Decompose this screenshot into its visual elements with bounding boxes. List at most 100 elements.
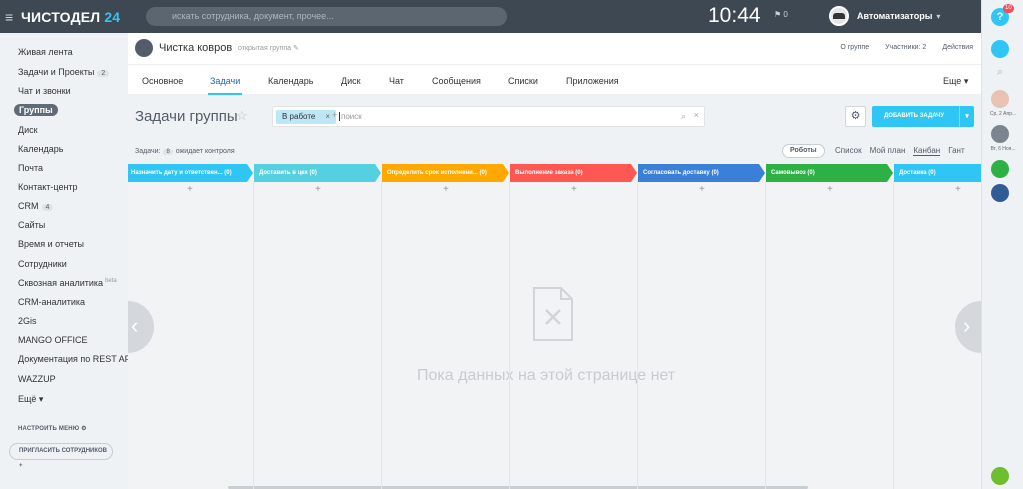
robots-button[interactable]: Роботы (782, 144, 825, 158)
search-icon[interactable]: ⌕ (991, 66, 1009, 84)
filter-search-input[interactable]: поиск (339, 112, 362, 121)
plus-icon: + (19, 463, 23, 469)
kanban-stage-header[interactable]: Доставка (0) (894, 164, 981, 182)
search-input[interactable]: искать сотрудника, документ, прочее... (146, 7, 507, 26)
add-card-icon[interactable]: + (699, 184, 705, 195)
add-card-icon[interactable]: + (955, 184, 961, 195)
group-tabs: Основное Задачи Календарь Диск Чат Сообщ… (128, 65, 981, 95)
tab-chat[interactable]: Чат (389, 76, 404, 86)
group-type: открытая группа ✎ (238, 45, 299, 52)
menu-item-contact-center[interactable]: Контакт-центр (18, 182, 78, 192)
invite-button[interactable]: ПРИГЛАСИТЬ СОТРУДНИКОВ + (9, 443, 113, 469)
contact-icon[interactable] (991, 184, 1009, 202)
clear-icon[interactable]: × (694, 110, 699, 120)
group-header: Чистка ковров открытая группа ✎ О группе… (128, 33, 981, 65)
star-icon[interactable]: ☆ (236, 108, 248, 124)
control-link[interactable]: ожидает контроля (176, 148, 235, 155)
view-my-plan[interactable]: Мой план (870, 146, 906, 156)
right-panel: ? 10 ⌕ Ср, 2 Апр... Вт, 6 Ноя... (981, 0, 1023, 489)
add-card-icon[interactable]: + (827, 184, 833, 195)
actions-link[interactable]: Действия (942, 44, 973, 51)
left-menu: Живая лента Задачи и Проекты 2 Чат и звон… (0, 33, 133, 489)
tab-calendar[interactable]: Календарь (268, 76, 313, 86)
tab-lists[interactable]: Списки (508, 76, 538, 86)
notification-badge: 10 (1003, 4, 1014, 13)
menu-item-chat[interactable]: Чат и звонки (18, 86, 71, 96)
group-title[interactable]: Чистка ковров (159, 42, 232, 54)
add-task-button[interactable]: ДОБАВИТЬ ЗАДАЧУ ▾ (872, 106, 974, 127)
menu-item-2gis[interactable]: 2Gis (18, 316, 37, 326)
menu-burger-icon[interactable]: ≡ (5, 9, 17, 25)
search-icon[interactable]: ⌕ (681, 111, 686, 122)
chat-date-label: Ср, 2 Апр... (989, 111, 1017, 117)
menu-item-calendar[interactable]: Календарь (18, 144, 63, 154)
add-card-icon[interactable]: + (187, 184, 193, 195)
contact-icon[interactable] (991, 160, 1009, 178)
view-switcher: Список Мой план Канбан Гант (835, 146, 965, 156)
column-divider (637, 182, 638, 489)
tab-main[interactable]: Основное (142, 76, 183, 86)
menu-item-more[interactable]: Ещё ▾ (18, 394, 43, 405)
view-kanban[interactable]: Канбан (913, 146, 941, 156)
plus-icon[interactable]: + (332, 110, 337, 120)
menu-item-sites[interactable]: Сайты (18, 220, 45, 230)
tab-apps[interactable]: Приложения (566, 76, 619, 86)
group-icon (135, 39, 153, 57)
column-divider (509, 182, 510, 489)
user-menu[interactable]: Автоматизаторы ▾ (829, 6, 940, 26)
tab-more[interactable]: Еще ▾ (943, 76, 968, 87)
chevron-down-icon: ▾ (936, 11, 941, 21)
scroll-left-arrow[interactable]: ‹ (128, 301, 154, 353)
menu-item-crm-analytics[interactable]: CRM-аналитика (18, 297, 85, 307)
kanban-stage-header[interactable]: Согласовать доставку (0) (638, 164, 765, 182)
settings-button[interactable]: ⚙ (845, 106, 866, 127)
menu-item-time[interactable]: Время и отчеты (18, 239, 84, 249)
tab-tasks[interactable]: Задачи (207, 76, 243, 95)
about-group-link[interactable]: О группе (840, 44, 869, 51)
group-links: О группе Участники: 2 Действия (840, 44, 973, 51)
view-gantt[interactable]: Гант (948, 146, 964, 156)
kanban-stage-header[interactable]: Назначить дату и ответствен... (0) (128, 164, 253, 182)
tab-messages[interactable]: Сообщения (432, 76, 481, 86)
logo[interactable]: ЧИСТОДЕЛ 24 (21, 9, 120, 25)
filter-search-box[interactable]: В работе × + поиск ⌕ × (272, 106, 705, 127)
clock[interactable]: 10:44 (708, 4, 761, 28)
flag-icon[interactable]: ⚑ 0 (774, 10, 788, 19)
gear-icon: ⚙ (81, 426, 87, 432)
menu-item-tasks[interactable]: Задачи и Проекты 2 (18, 67, 110, 77)
add-card-icon[interactable]: + (571, 184, 577, 195)
main-panel: Чистка ковров открытая группа ✎ О группе… (128, 33, 981, 489)
kanban-stage-header[interactable]: Выполнение заказа (0) (510, 164, 637, 182)
page-title: Задачи группы (135, 108, 238, 125)
menu-item-mail[interactable]: Почта (18, 163, 43, 173)
chat-avatar[interactable] (991, 90, 1009, 108)
add-card-icon[interactable]: + (443, 184, 449, 195)
scroll-right-arrow[interactable]: › (955, 301, 981, 353)
view-list[interactable]: Список (835, 146, 862, 156)
menu-item-wazzup[interactable]: WAZZUP (18, 374, 56, 384)
menu-item-mango[interactable]: MANGO OFFICE (18, 335, 88, 345)
menu-item-crm[interactable]: CRM 4 (18, 201, 54, 211)
phone-icon[interactable] (991, 467, 1009, 485)
kanban-stage-header[interactable]: Доставить в цех (0) (254, 164, 381, 182)
members-link[interactable]: Участники: 2 (885, 44, 926, 51)
configure-menu-button[interactable]: НАСТРОИТЬ МЕНЮ ⚙ (18, 425, 87, 432)
add-card-icon[interactable]: + (315, 184, 321, 195)
kanban-stage-header[interactable]: Самовывоз (0) (766, 164, 893, 182)
close-icon: × (325, 112, 331, 121)
menu-item-employees[interactable]: Сотрудники (18, 259, 67, 269)
menu-item-rest-api[interactable]: Документация по REST API (18, 354, 133, 364)
top-bar: ≡ ЧИСТОДЕЛ 24 искать сотрудника, документ… (0, 0, 981, 33)
column-divider (765, 182, 766, 489)
menu-item-disk[interactable]: Диск (18, 125, 38, 135)
menu-item-feed[interactable]: Живая лента (18, 47, 73, 57)
chevron-down-icon[interactable]: ▾ (959, 106, 974, 127)
bell-icon[interactable] (991, 40, 1009, 58)
empty-document-icon (533, 287, 573, 341)
filter-chip[interactable]: В работе × (276, 110, 337, 124)
tab-disk[interactable]: Диск (341, 76, 361, 86)
menu-item-groups[interactable]: Группы (14, 104, 58, 116)
kanban-stage-header[interactable]: Определить срок исполнени... (0) (382, 164, 509, 182)
chat-avatar[interactable] (991, 125, 1009, 143)
menu-item-analytics[interactable]: Сквозная аналитика beta (18, 278, 117, 288)
